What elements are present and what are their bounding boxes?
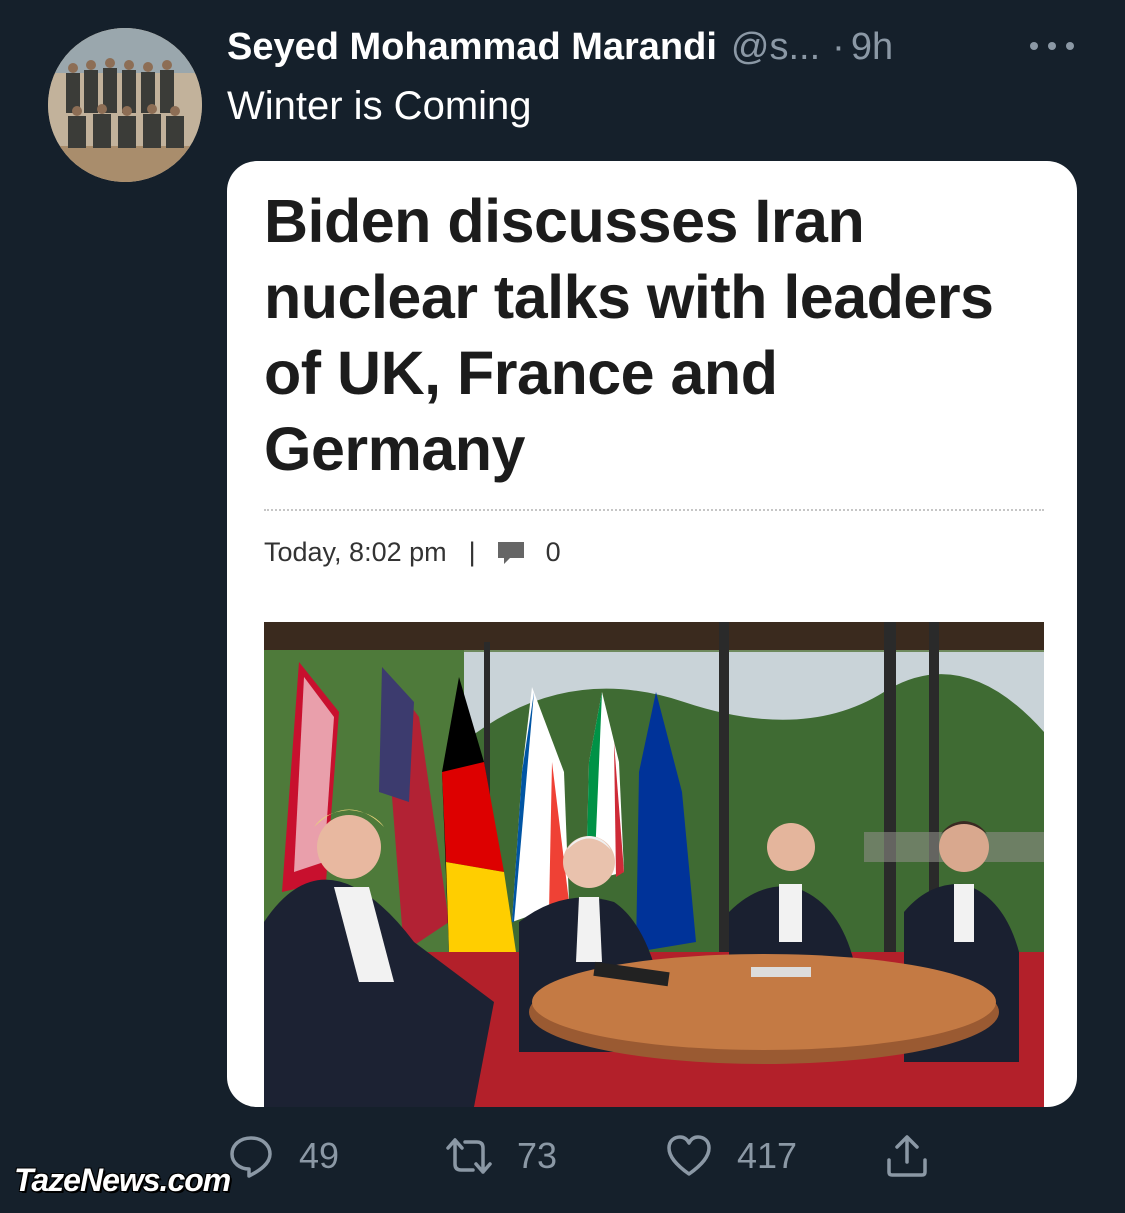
share-button[interactable] [883, 1132, 931, 1180]
avatar[interactable] [48, 28, 202, 182]
divider [264, 509, 1044, 511]
reply-count: 49 [299, 1135, 340, 1176]
tweet-actions: 49 73 417 [227, 1132, 967, 1182]
author-handle[interactable]: @s... [731, 26, 820, 69]
meta-separator: | [468, 537, 476, 567]
more-dot [1066, 42, 1074, 50]
more-dot [1030, 42, 1038, 50]
tweet-header: Seyed Mohammad Marandi @s... · 9h [227, 26, 1087, 69]
header-separator: · [832, 26, 845, 68]
tweet-timestamp[interactable]: 9h [851, 26, 893, 69]
like-button[interactable]: 417 [665, 1132, 797, 1180]
share-icon [887, 1135, 927, 1177]
leaders-photo [264, 622, 1044, 1107]
reply-icon [230, 1136, 272, 1178]
comment-count: 0 [545, 537, 561, 567]
reply-button[interactable]: 49 [227, 1132, 339, 1180]
article-meta: Today, 8:02 pm | 0 [264, 537, 561, 568]
retweet-button[interactable]: 73 [445, 1132, 557, 1180]
heart-icon [667, 1135, 711, 1176]
retweet-count: 73 [517, 1135, 558, 1176]
article-headline: Biden discusses Iran nuclear talks with … [264, 187, 994, 483]
article-photo [264, 622, 1044, 1107]
retweet-icon [446, 1138, 492, 1174]
article-date: Today, 8:02 pm [264, 537, 447, 567]
comment-icon [497, 541, 524, 564]
more-dot [1048, 42, 1056, 50]
tweet-text: Winter is Coming [227, 84, 532, 128]
watermark: TazeNews.com [14, 1162, 231, 1198]
more-dots-icon[interactable] [1030, 30, 1074, 62]
author-name[interactable]: Seyed Mohammad Marandi [227, 26, 717, 69]
attached-image-card[interactable]: Biden discusses Iran nuclear talks with … [227, 161, 1077, 1107]
like-count: 417 [737, 1135, 798, 1176]
avatar-image [48, 28, 202, 182]
